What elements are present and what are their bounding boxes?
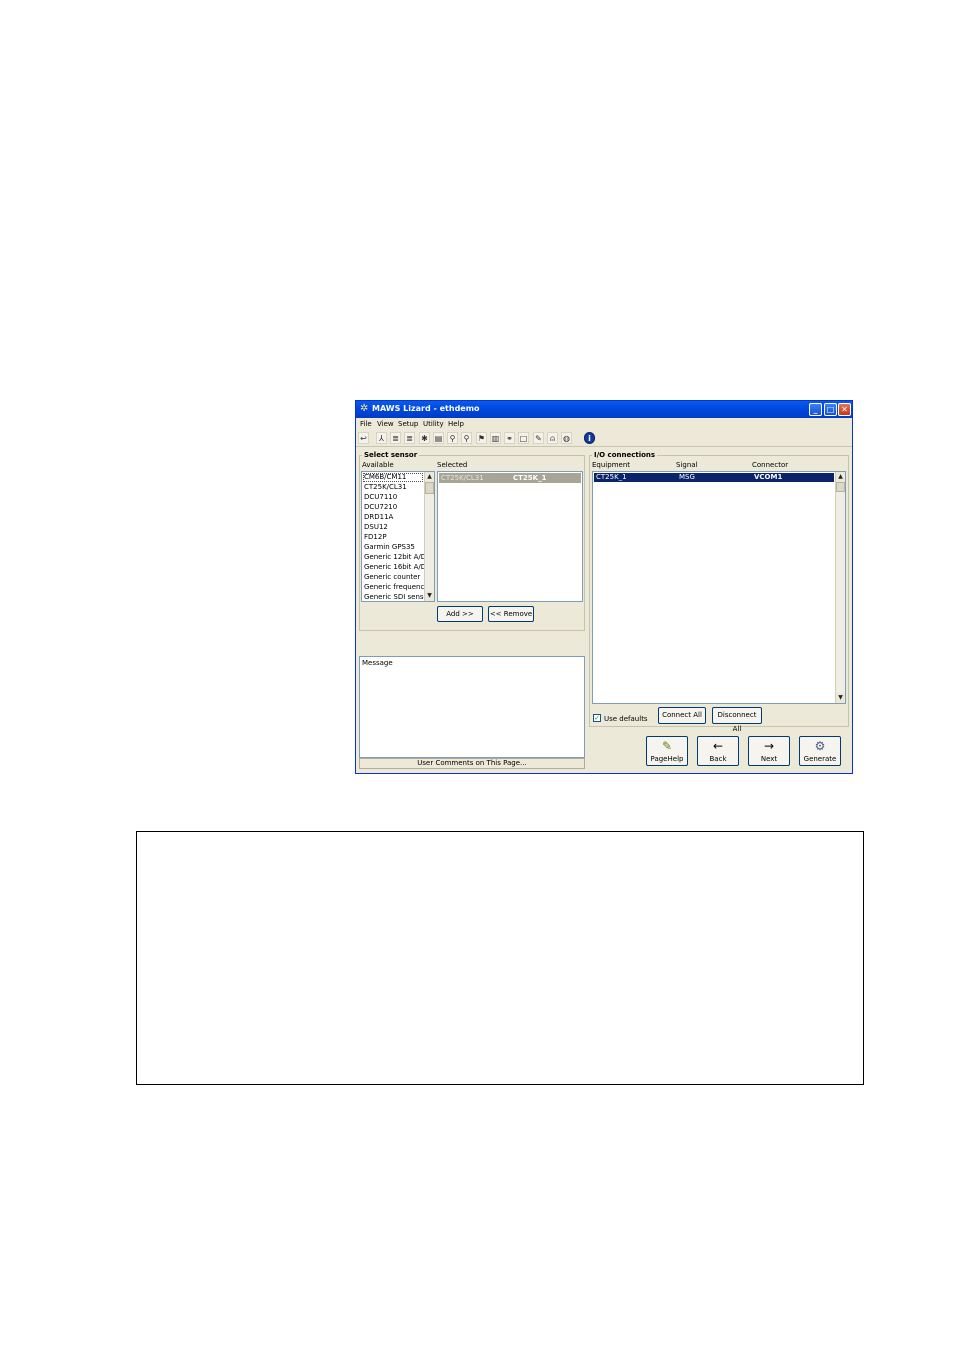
list-item[interactable]: Generic counter (364, 572, 420, 582)
selected-sensor-list[interactable]: CT25K/CL31 CT25K_1 (437, 471, 583, 602)
menu-file[interactable]: File (360, 419, 372, 429)
list-item[interactable]: CM6B/CM11 (364, 472, 406, 482)
user-comments-bar[interactable]: User Comments on This Page... (359, 758, 585, 769)
back-button[interactable]: ← Back (697, 736, 739, 766)
disconnect-all-button[interactable]: Disconnect All (712, 707, 762, 733)
empty-frame-box (136, 831, 864, 1085)
global-icon[interactable]: ◍ (561, 432, 572, 444)
device-2-icon[interactable]: ≣ (404, 432, 415, 444)
use-defaults-checkbox[interactable]: ✓ (593, 714, 601, 722)
sensor-icon[interactable]: ✱ (419, 432, 430, 444)
scroll-thumb[interactable] (836, 482, 845, 492)
scroll-down-icon[interactable]: ▼ (425, 591, 434, 601)
scroll-up-icon[interactable]: ▲ (425, 472, 434, 482)
list-item[interactable]: Generic frequency (364, 582, 428, 592)
connect-icon[interactable]: ⚭ (504, 432, 515, 444)
list-item[interactable]: DSU12 (364, 522, 388, 532)
message-label: Message (362, 659, 393, 667)
window-title: MAWS Lizard - ethdemo (372, 404, 480, 413)
available-label: Available (362, 461, 394, 469)
network-icon[interactable]: ⅄ (376, 432, 387, 444)
io-equipment-cell: CT25K_1 (596, 473, 627, 481)
menu-utility[interactable]: Utility (423, 419, 444, 429)
list-item[interactable]: CT25K/CL31 (364, 482, 407, 492)
generate-label: Generate (803, 755, 837, 763)
menu-setup[interactable]: Setup (398, 419, 418, 429)
use-defaults-label: Use defaults (604, 715, 648, 723)
menu-bar: File View Setup Utility Help (356, 418, 852, 430)
alarm-icon[interactable]: ⍝ (547, 432, 558, 444)
undo-icon[interactable]: ↩ (358, 432, 369, 444)
message-box[interactable]: Message (359, 656, 585, 758)
selected-sensor-name: CT25K_1 (513, 474, 547, 482)
menu-view[interactable]: View (377, 419, 394, 429)
arrow-left-icon: ← (712, 739, 724, 753)
flag-icon[interactable]: ⚑ (476, 432, 487, 444)
io-scrollbar[interactable]: ▲ ▼ (835, 472, 845, 703)
io-connections-title: I/O connections (592, 451, 658, 459)
pagehelp-icon: ✎ (661, 739, 673, 753)
select-sensor-title: Select sensor (362, 451, 420, 459)
calc-2-icon[interactable]: ⚲ (461, 432, 472, 444)
calc-icon[interactable]: ⚲ (447, 432, 458, 444)
info-icon[interactable]: i (584, 432, 595, 444)
selected-sensor-type: CT25K/CL31 (441, 474, 484, 482)
column-connector: Connector (752, 461, 789, 469)
io-connections-list[interactable]: CT25K_1 MSG VCOM1 ▲ ▼ (592, 471, 846, 704)
lizard-app-icon: ✲ (360, 403, 369, 414)
available-scrollbar[interactable]: ▲ ▼ (424, 472, 434, 601)
scroll-up-icon[interactable]: ▲ (836, 472, 845, 482)
list-item[interactable]: Garmin GPS35 (364, 542, 415, 552)
device-icon[interactable]: ≣ (390, 432, 401, 444)
scroll-thumb[interactable] (425, 482, 434, 494)
back-label: Back (709, 755, 727, 763)
log-icon[interactable]: ▤ (433, 432, 444, 444)
list-item[interactable]: DCU7210 (364, 502, 397, 512)
generate-button[interactable]: ⚙ Generate (799, 736, 841, 766)
list-item[interactable]: FD12P (364, 532, 387, 542)
list-item[interactable]: Generic SDI sensor (364, 592, 431, 601)
io-signal-cell: MSG (679, 473, 695, 481)
column-signal: Signal (676, 461, 698, 469)
column-equipment: Equipment (592, 461, 630, 469)
menu-help[interactable]: Help (448, 419, 464, 429)
maws-lizard-window: ✲ MAWS Lizard - ethdemo _ □ ✕ File View … (355, 400, 853, 774)
list-item[interactable]: DCU7110 (364, 492, 397, 502)
title-bar[interactable]: ✲ MAWS Lizard - ethdemo _ □ ✕ (356, 401, 852, 418)
minimize-button[interactable]: _ (809, 403, 822, 416)
maximize-button[interactable]: □ (824, 403, 837, 416)
document-icon[interactable]: □ (518, 432, 529, 444)
list-item[interactable]: DRD11A (364, 512, 393, 522)
gears-icon: ⚙ (814, 739, 826, 753)
list-item[interactable]: Generic 12bit A/D (364, 552, 426, 562)
edit-icon[interactable]: ✎ (533, 432, 544, 444)
next-button[interactable]: → Next (748, 736, 790, 766)
scroll-down-icon[interactable]: ▼ (836, 693, 845, 703)
toolbar: ↩ ⅄ ≣ ≣ ✱ ▤ ⚲ ⚲ ⚑ ▥ ⚭ □ ✎ ⍝ ◍ i (356, 430, 852, 447)
report-icon[interactable]: ▥ (490, 432, 501, 444)
add-button[interactable]: Add >> (437, 606, 483, 622)
list-item[interactable]: Generic 16bit A/D (364, 562, 426, 572)
selected-row[interactable]: CT25K/CL31 CT25K_1 (439, 473, 581, 483)
available-sensor-list[interactable]: CM6B/CM11 CT25K/CL31 DCU7110 DCU7210 DRD… (361, 471, 435, 602)
pagehelp-label: PageHelp (650, 755, 684, 763)
connect-all-button[interactable]: Connect All (658, 707, 706, 724)
next-label: Next (760, 755, 778, 763)
arrow-right-icon: → (763, 739, 775, 753)
table-row[interactable]: CT25K_1 MSG VCOM1 (594, 473, 834, 482)
io-connector-cell: VCOM1 (754, 473, 783, 481)
close-button[interactable]: ✕ (838, 403, 851, 416)
selected-label: Selected (437, 461, 468, 469)
pagehelp-button[interactable]: ✎ PageHelp (646, 736, 688, 766)
remove-button[interactable]: << Remove (488, 606, 534, 622)
